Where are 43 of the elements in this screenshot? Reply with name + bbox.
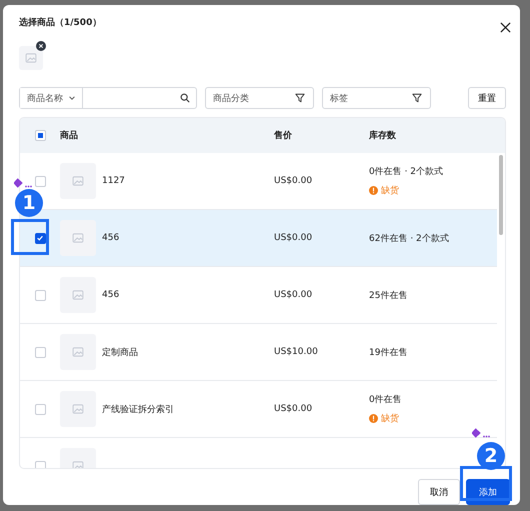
image-icon — [25, 52, 37, 64]
checkbox[interactable] — [34, 232, 46, 244]
scrollbar-thumb[interactable] — [499, 155, 503, 235]
product-name: 定制商品 — [102, 346, 138, 358]
image-icon — [72, 175, 84, 187]
highlight-frame — [11, 219, 49, 255]
price-text: US$0.00 — [274, 404, 312, 414]
stock-text: 19件在售 — [369, 346, 408, 358]
selected-row[interactable]: 456 US$0.00 62件在售 · 2个款式 — [20, 210, 497, 267]
price-text: US$0.00 — [274, 233, 312, 243]
image-icon — [72, 346, 84, 358]
filter-dropdown[interactable]: 商品分类 — [205, 87, 314, 109]
image-icon — [72, 403, 84, 415]
cancel-button[interactable]: 取消 — [418, 479, 460, 505]
price-text: US$10.00 — [274, 347, 318, 357]
product-name: 1127 — [102, 176, 125, 186]
warning-icon — [369, 414, 378, 423]
price-text: US$0.00 — [274, 290, 312, 300]
image-icon — [72, 289, 84, 301]
price-text: US$0.00 — [274, 176, 312, 186]
stock-text: 62件在售 · 2个款式 — [369, 232, 450, 244]
product-name: 456 — [102, 233, 120, 243]
funnel-icon — [295, 93, 305, 103]
column-header: 库存数 — [369, 129, 397, 142]
diamond-cluster-icon — [14, 178, 34, 188]
close-icon[interactable] — [500, 22, 511, 33]
filter-dropdown[interactable]: 标签 — [322, 87, 431, 109]
remove-icon[interactable] — [36, 41, 46, 51]
diamond-cluster-icon — [472, 428, 492, 438]
stock-text: 25件在售 — [369, 290, 408, 302]
warning-icon — [369, 186, 378, 195]
image-icon — [72, 232, 84, 244]
dialog-title: 选择商品（1/500） — [19, 16, 102, 29]
out-of-stock-label: 缺货 — [381, 184, 399, 197]
stock-text: 0件在售 · 2个款式 — [369, 166, 444, 178]
reset-button[interactable]: 重置 — [468, 87, 506, 109]
product-name: 456 — [102, 290, 120, 300]
funnel-icon — [412, 93, 422, 103]
column-header: 售价 — [274, 130, 293, 142]
stock-text: 0件在售 — [369, 394, 403, 406]
product-name: 产线验证拆分索引 — [102, 404, 174, 416]
out-of-stock-label: 缺货 — [381, 412, 399, 425]
column-header: 商品 — [60, 129, 79, 142]
